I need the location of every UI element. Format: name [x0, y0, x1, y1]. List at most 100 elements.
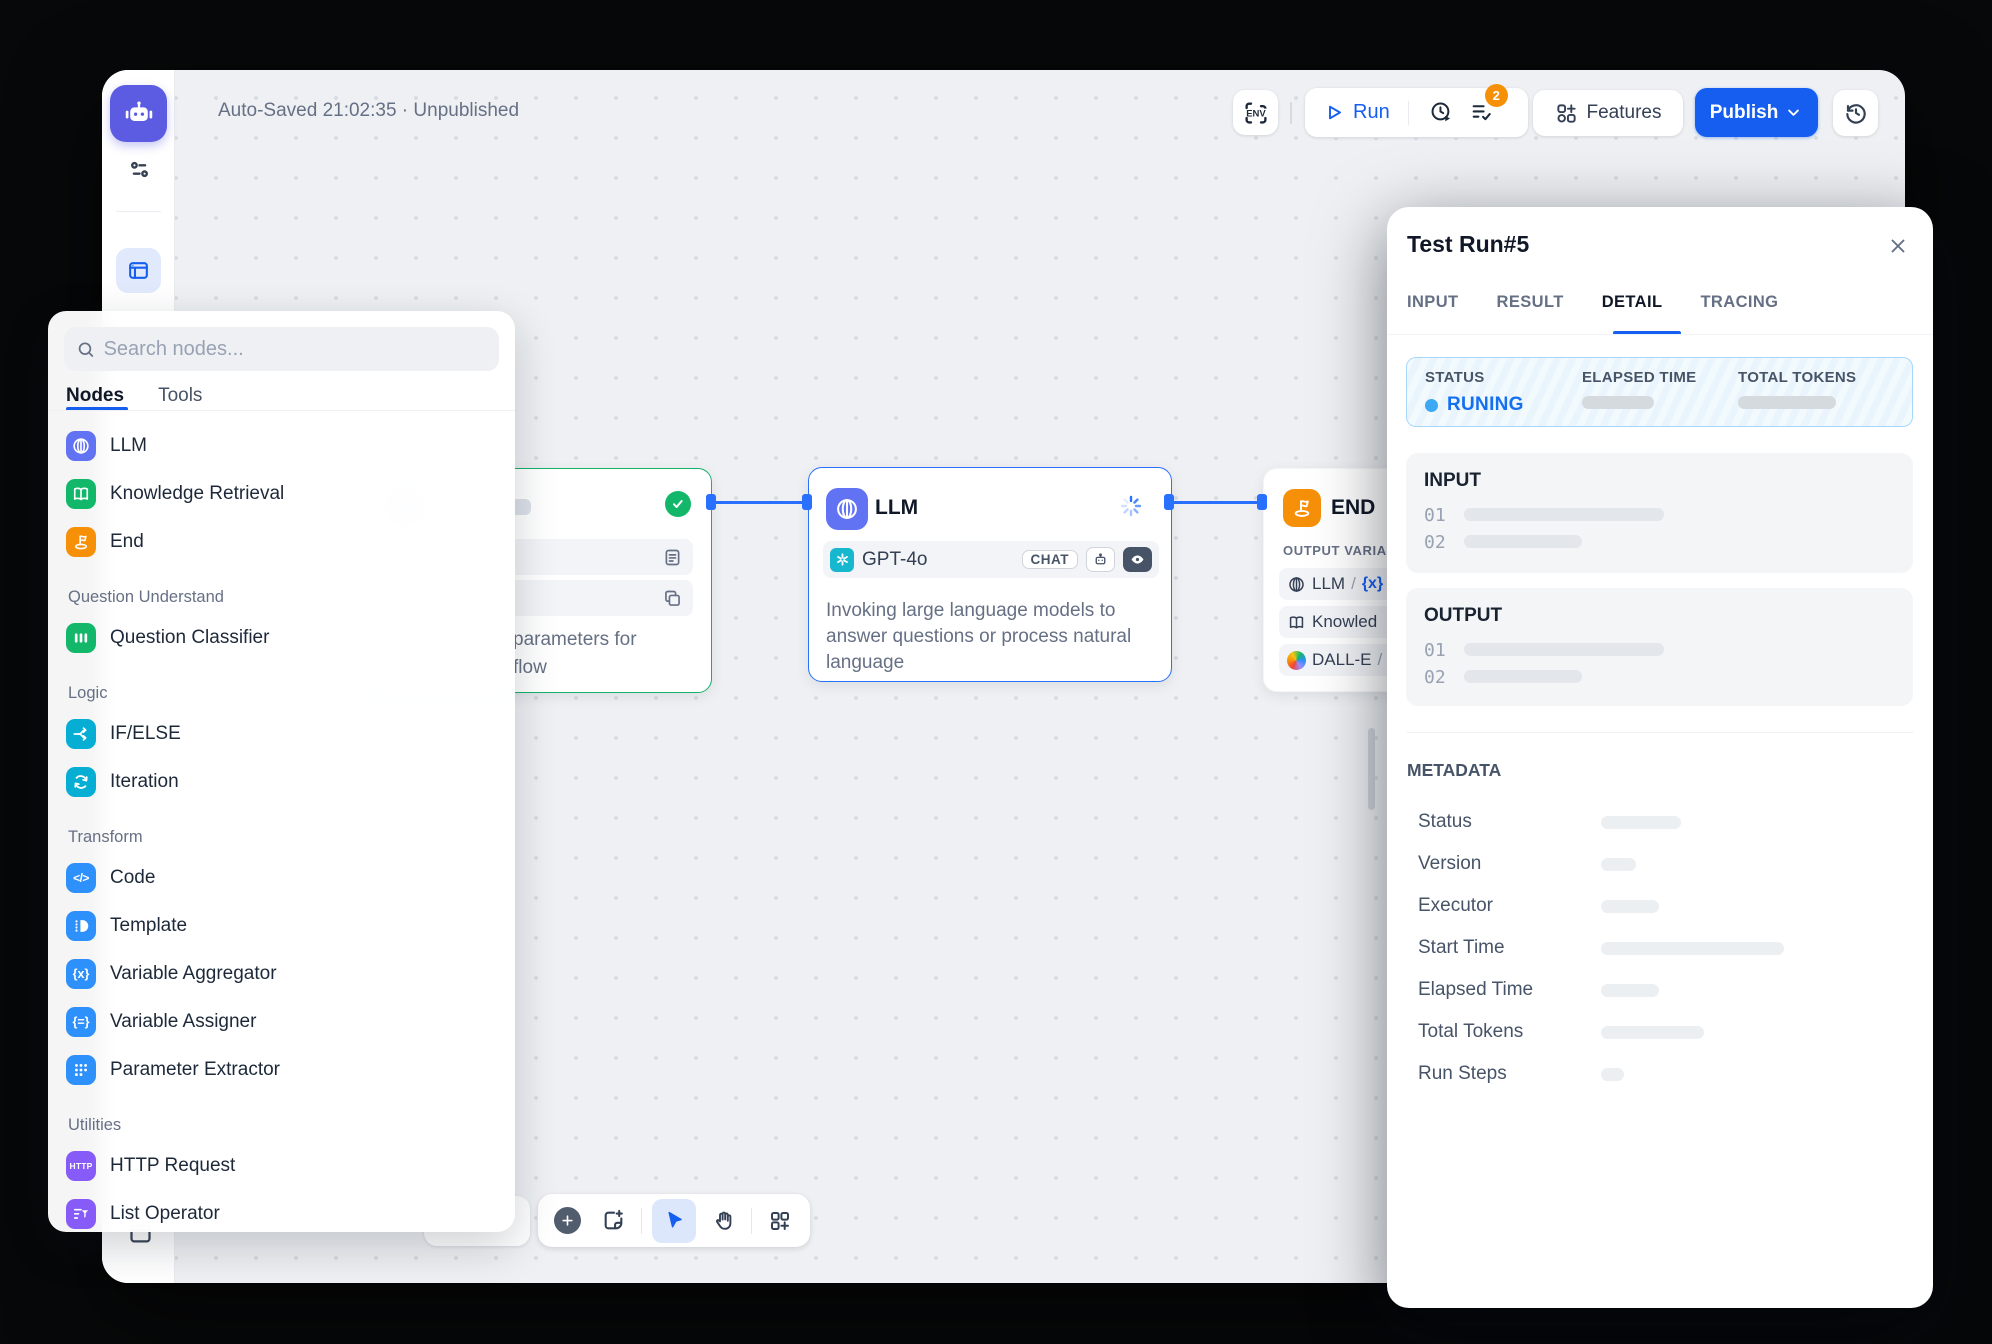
add-note-icon	[601, 1208, 626, 1233]
history-icon	[1843, 100, 1869, 126]
features-label: Features	[1587, 102, 1662, 124]
llm-node-input-handle[interactable]	[802, 494, 812, 510]
if-else-icon	[66, 719, 96, 749]
workflow-settings-button[interactable]	[126, 156, 153, 183]
node-list: LLM Knowledge Retrieval End Question Und…	[54, 422, 509, 1238]
palette-item-end[interactable]: End	[54, 518, 509, 566]
palette-item-iteration[interactable]: Iteration	[54, 758, 509, 806]
tabs-divider	[1387, 334, 1933, 335]
features-grid-icon	[1555, 102, 1578, 125]
value-placeholder	[1601, 900, 1659, 913]
search-input[interactable]	[104, 338, 487, 361]
window-icon	[126, 258, 151, 283]
palette-item-question-classifier[interactable]: Question Classifier	[54, 614, 509, 662]
palette-item-template[interactable]: Template	[54, 902, 509, 950]
var-separator: /	[1351, 574, 1356, 594]
palette-item-if-else[interactable]: IF/ELSE	[54, 710, 509, 758]
success-check-icon	[665, 491, 691, 517]
sidebar-item-preview[interactable]	[116, 248, 161, 293]
plus-circle-icon	[554, 1207, 581, 1234]
palette-item-http-request[interactable]: HTTP HTTP Request	[54, 1142, 509, 1190]
tab-detail[interactable]: DETAIL	[1602, 293, 1663, 312]
run-history-button[interactable]	[1427, 95, 1457, 131]
total-tokens-label: TOTAL TOKENS	[1738, 369, 1856, 386]
llm-node-description: Invoking large language models to answer…	[826, 598, 1148, 676]
tab-tools[interactable]: Tools	[158, 385, 202, 407]
value-placeholder	[1464, 643, 1664, 656]
metadata-row-version: Version	[1418, 853, 1913, 877]
autosave-status: Auto-Saved 21:02:35 · Unpublished	[218, 100, 519, 122]
input-card: INPUT 01 02	[1406, 453, 1913, 573]
sliders-icon	[126, 156, 153, 183]
app-logo[interactable]	[110, 85, 167, 142]
panel-resize-handle[interactable]	[1368, 728, 1375, 810]
workflow-app: { "colors": { "accent": "#155EEF", "node…	[0, 0, 1992, 1344]
start-node-description-line: flow	[513, 657, 547, 679]
search-icon	[76, 339, 96, 360]
cursor-icon	[663, 1209, 686, 1232]
run-panel-tabs: INPUT RESULT DETAIL TRACING	[1407, 293, 1778, 312]
pointer-mode-button[interactable]	[652, 1199, 696, 1243]
metadata-title: METADATA	[1407, 760, 1501, 781]
palette-item-variable-assigner[interactable]: {=} Variable Assigner	[54, 998, 509, 1046]
vision-badge[interactable]	[1123, 547, 1152, 572]
sidebar-divider	[116, 211, 161, 212]
chevron-down-icon	[1784, 103, 1803, 122]
svg-text:ENV: ENV	[1246, 108, 1266, 119]
tab-input[interactable]: INPUT	[1407, 293, 1459, 312]
llm-node-output-handle[interactable]	[1164, 494, 1174, 510]
end-node-icon	[1283, 489, 1321, 527]
palette-item-parameter-extractor[interactable]: Parameter Extractor	[54, 1046, 509, 1094]
variable-assigner-icon: {=}	[66, 1007, 96, 1037]
add-node-button[interactable]	[550, 1203, 586, 1239]
run-button-group: Run 2	[1305, 88, 1528, 137]
row-number: 02	[1424, 667, 1446, 688]
llm-var-icon	[1287, 575, 1306, 594]
checklist-button[interactable]: 2	[1469, 100, 1494, 125]
palette-item-code[interactable]: </> Code	[54, 854, 509, 902]
status-column: STATUS RUNING	[1425, 369, 1524, 416]
value-placeholder	[1464, 670, 1582, 683]
features-button[interactable]: Features	[1533, 90, 1683, 136]
agent-badge[interactable]	[1086, 547, 1115, 572]
palette-item-list-operator[interactable]: List Operator	[54, 1190, 509, 1238]
version-history-button[interactable]	[1833, 90, 1878, 136]
clock-play-icon	[1429, 100, 1454, 125]
end-node-input-handle[interactable]	[1257, 494, 1267, 510]
start-node-output-handle[interactable]	[706, 494, 716, 510]
organize-nodes-button[interactable]	[762, 1203, 798, 1239]
end-icon	[66, 527, 96, 557]
tab-tracing[interactable]: TRACING	[1700, 293, 1778, 312]
template-icon	[66, 911, 96, 941]
row-number: 01	[1424, 505, 1446, 526]
model-selector[interactable]: GPT-4o CHAT	[823, 541, 1159, 578]
tab-result[interactable]: RESULT	[1497, 293, 1564, 312]
output-card-title: OUTPUT	[1424, 605, 1502, 627]
value-placeholder	[1464, 535, 1582, 548]
variable-aggregator-icon: {x}	[66, 959, 96, 989]
pill-divider	[1408, 101, 1409, 125]
value-placeholder	[1601, 942, 1784, 955]
env-button[interactable]: ENV	[1233, 90, 1278, 135]
input-card-title: INPUT	[1424, 470, 1481, 492]
add-note-button[interactable]	[596, 1203, 632, 1239]
end-node-title: END	[1331, 496, 1375, 520]
metadata-divider	[1407, 732, 1913, 733]
palette-item-knowledge-retrieval[interactable]: Knowledge Retrieval	[54, 470, 509, 518]
palette-item-llm[interactable]: LLM	[54, 422, 509, 470]
row-number: 01	[1424, 640, 1446, 661]
test-run-panel: Test Run#5 INPUT RESULT DETAIL TRACING S…	[1387, 207, 1933, 1308]
edge-llm-to-end	[1170, 501, 1262, 504]
panel-title: Test Run#5	[1407, 231, 1529, 258]
hand-mode-button[interactable]	[706, 1203, 742, 1239]
copy-icon	[662, 588, 683, 609]
tab-nodes[interactable]: Nodes	[66, 385, 124, 407]
llm-node[interactable]: LLM GPT-4o CHAT Invoking large language …	[808, 467, 1172, 682]
document-icon	[662, 547, 683, 568]
output-card: OUTPUT 01 02	[1406, 588, 1913, 706]
publish-button[interactable]: Publish	[1695, 88, 1818, 137]
running-dot-icon	[1425, 399, 1438, 412]
run-button[interactable]: Run	[1323, 101, 1390, 124]
palette-item-variable-aggregator[interactable]: {x} Variable Aggregator	[54, 950, 509, 998]
close-button[interactable]	[1887, 235, 1909, 257]
